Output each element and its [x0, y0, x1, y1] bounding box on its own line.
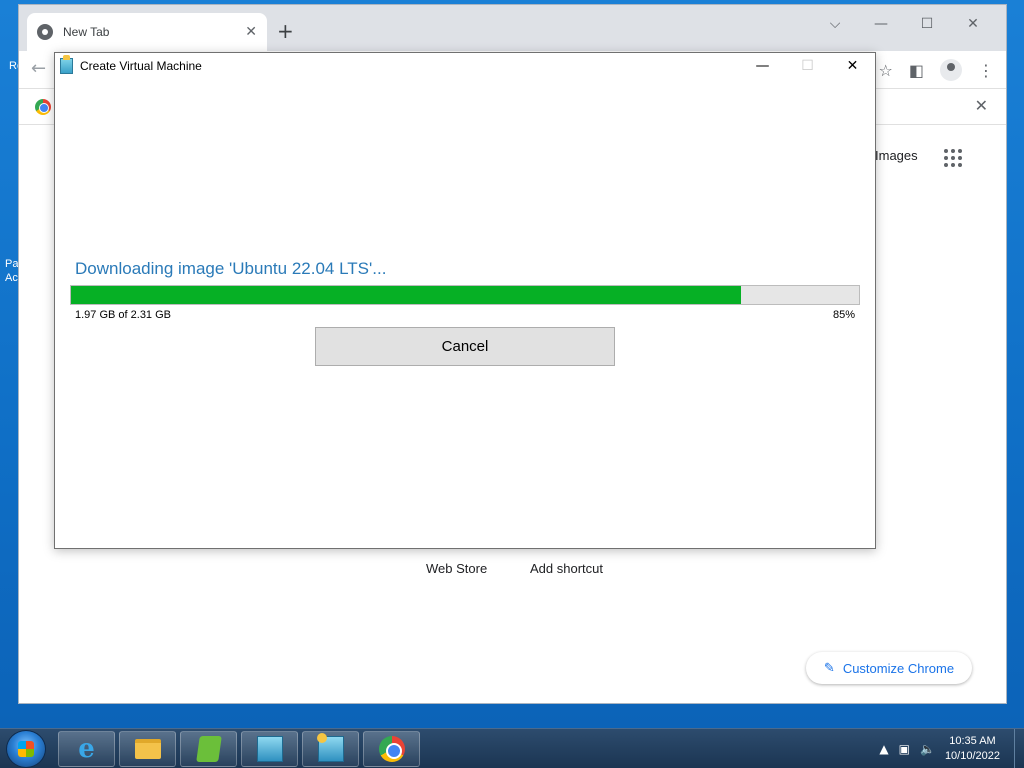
desktop-icon-label[interactable]: Ac: [5, 272, 18, 285]
chrome-logo-icon: [35, 99, 51, 115]
clock-time: 10:35 AM: [949, 735, 996, 747]
tab-title: New Tab: [63, 25, 110, 39]
clock[interactable]: 10:35 AM 10/10/2022: [945, 734, 1000, 764]
chrome-tab-bar: New Tab ✕ + ⌵ — ☐ ✕: [19, 5, 1006, 51]
show-desktop-button[interactable]: [1014, 729, 1024, 768]
menu-dots-icon[interactable]: ⋮: [978, 61, 994, 80]
tab-new-tab[interactable]: New Tab ✕: [27, 13, 267, 51]
virtual-machine-app-icon[interactable]: [241, 731, 298, 767]
customize-chrome-label: Customize Chrome: [842, 660, 955, 676]
green-app-icon[interactable]: [180, 731, 237, 767]
progress-size-text: 1.97 GB of 2.31 GB: [75, 309, 172, 321]
start-button[interactable]: [6, 730, 46, 768]
close-icon[interactable]: ✕: [830, 53, 875, 79]
file-explorer-icon[interactable]: [119, 731, 176, 767]
images-link[interactable]: Images: [875, 148, 918, 163]
chrome-icon[interactable]: [363, 731, 420, 767]
show-hidden-icons-icon[interactable]: ▲: [879, 742, 888, 756]
progress-fill: [71, 286, 741, 304]
maximize-icon[interactable]: ☐: [904, 11, 950, 37]
close-window-icon[interactable]: ✕: [950, 11, 996, 37]
internet-explorer-icon[interactable]: e: [58, 731, 115, 767]
maximize-icon: ☐: [801, 58, 814, 74]
desktop-icon-label[interactable]: Pa: [5, 258, 18, 271]
dialog-title-bar: Create Virtual Machine — ☐ ✕: [55, 53, 875, 81]
tab-search-icon[interactable]: ⌵: [812, 11, 858, 37]
download-progress-bar: [70, 285, 860, 305]
dialog-window-controls: — ☐ ✕: [740, 53, 875, 79]
volume-icon[interactable]: 🔈: [920, 742, 935, 756]
system-tray: ▲ ▣ 🔈 10:35 AM 10/10/2022: [879, 729, 1024, 768]
download-heading: Downloading image 'Ubuntu 22.04 LTS'...: [75, 259, 387, 278]
new-tab-button[interactable]: +: [277, 19, 294, 43]
minimize-icon[interactable]: —: [740, 53, 785, 79]
customize-chrome-button[interactable]: ✎ Customize Chrome: [806, 652, 972, 684]
google-apps-icon[interactable]: [944, 149, 962, 167]
shortcut-web-store[interactable]: Web Store: [426, 561, 487, 576]
profile-avatar-icon[interactable]: [940, 59, 962, 81]
side-panel-icon[interactable]: ◧: [909, 61, 924, 80]
toolbar-actions: ☆ ◧ ⋮: [879, 59, 994, 81]
dialog-title: Create Virtual Machine: [80, 59, 202, 73]
minimize-icon[interactable]: —: [858, 11, 904, 37]
vm-app-icon: [60, 55, 73, 74]
infobar-close-icon[interactable]: ✕: [975, 96, 988, 115]
network-icon[interactable]: ▣: [899, 742, 910, 756]
back-arrow-icon[interactable]: ←: [31, 58, 46, 79]
chrome-tab-icon: [37, 24, 53, 40]
shortcut-add-shortcut[interactable]: Add shortcut: [530, 561, 603, 576]
virtual-machine-creator-icon[interactable]: [302, 731, 359, 767]
close-tab-icon[interactable]: ✕: [245, 24, 257, 40]
clock-date: 10/10/2022: [944, 750, 1000, 762]
cancel-button[interactable]: Cancel: [315, 327, 615, 366]
chrome-window-controls: ⌵ — ☐ ✕: [812, 11, 996, 37]
bookmark-star-icon[interactable]: ☆: [879, 61, 893, 80]
progress-percent-text: 85%: [832, 309, 855, 321]
create-vm-dialog: Create Virtual Machine — ☐ ✕ Downloading…: [54, 52, 876, 549]
taskbar: e ▲ ▣ 🔈 10:35 AM 10/10/2022: [0, 728, 1024, 768]
pencil-icon: ✎: [823, 660, 835, 675]
